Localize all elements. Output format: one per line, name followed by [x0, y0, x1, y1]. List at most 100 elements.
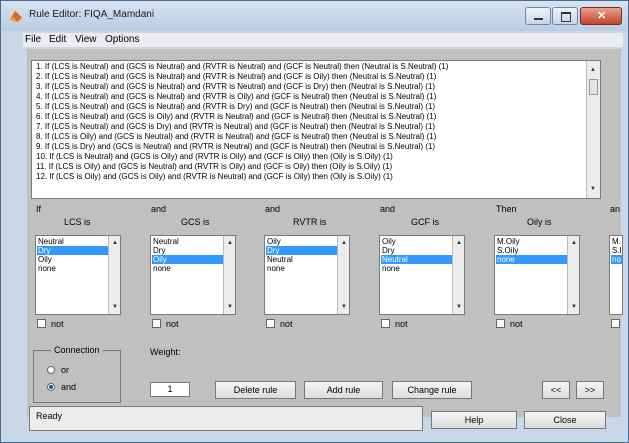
list-item[interactable]: none: [37, 264, 108, 273]
window-title: Rule Editor: FIQA_Mamdani: [29, 9, 155, 20]
scroll-down-icon[interactable]: ▼: [590, 186, 596, 192]
rule-item[interactable]: 7. If (LCS is Neutral) and (GCS is Dry) …: [36, 122, 435, 132]
output-listbox[interactable]: M. S.I no: [609, 235, 623, 315]
menu-view[interactable]: View: [75, 34, 97, 45]
weight-input[interactable]: 1: [150, 382, 190, 397]
list-item[interactable]: Neutral: [266, 255, 337, 264]
scroll-down-icon[interactable]: ▼: [112, 304, 118, 310]
title-bar[interactable]: Rule Editor: FIQA_Mamdani ✕: [1, 1, 628, 31]
close-button[interactable]: Close: [524, 411, 606, 429]
and-radio[interactable]: [47, 383, 55, 391]
output-not-checkbox[interactable]: [611, 319, 620, 328]
help-button[interactable]: Help: [431, 411, 517, 429]
scroll-down-icon[interactable]: ▼: [456, 304, 462, 310]
list-item[interactable]: Neutral: [381, 255, 452, 264]
list-item[interactable]: Dry: [152, 246, 223, 255]
connector-label: and: [151, 204, 167, 214]
list-item[interactable]: no: [611, 255, 622, 264]
rules-list[interactable]: 1. If (LCS is Neutral) and (GCS is Neutr…: [31, 60, 601, 199]
gcs-listbox[interactable]: Neutral Dry Oily none ▲ ▼: [150, 235, 236, 315]
and-label: and: [61, 382, 77, 392]
list-item[interactable]: Neutral: [152, 237, 223, 246]
list-item[interactable]: none: [266, 264, 337, 273]
delete-rule-button[interactable]: Delete rule: [215, 381, 296, 399]
list-item[interactable]: Oily: [37, 255, 108, 264]
list-item[interactable]: none: [496, 255, 567, 264]
gcf-listbox[interactable]: Oily Dry Neutral none ▲ ▼: [379, 235, 465, 315]
gcs-header: GCS is: [181, 217, 210, 227]
lcs-listbox[interactable]: Neutral Dry Oily none ▲ ▼: [35, 235, 121, 315]
gcf-header: GCF is: [411, 217, 439, 227]
rule-item[interactable]: 12. If (LCS is Oily) and (GCS is Oily) a…: [36, 172, 393, 182]
list-item[interactable]: none: [381, 264, 452, 273]
lcs-not-checkbox[interactable]: [37, 319, 46, 328]
close-window-button[interactable]: ✕: [580, 7, 622, 25]
menu-options[interactable]: Options: [105, 34, 139, 45]
prev-rule-button[interactable]: <<: [542, 381, 570, 399]
menu-edit[interactable]: Edit: [49, 34, 66, 45]
list-item[interactable]: S.I: [611, 246, 622, 255]
gcs-not-checkbox[interactable]: [152, 319, 161, 328]
rule-item[interactable]: 1. If (LCS is Neutral) and (GCS is Neutr…: [36, 62, 448, 72]
list-item[interactable]: Dry: [266, 246, 337, 255]
rule-editor-window: Rule Editor: FIQA_Mamdani ✕ File Edit Vi…: [0, 0, 629, 443]
rule-item[interactable]: 11. If (LCS is Oily) and (GCS is Neutral…: [36, 162, 392, 172]
next-rule-button[interactable]: >>: [576, 381, 604, 399]
list-item[interactable]: Oily: [266, 237, 337, 246]
list-item[interactable]: M.Oily: [496, 237, 567, 246]
list-scrollbar[interactable]: ▲ ▼: [452, 236, 464, 314]
list-scrollbar[interactable]: ▲ ▼: [108, 236, 120, 314]
connection-label: Connection: [51, 345, 103, 355]
rvtr-header: RVTR is: [293, 217, 327, 227]
scroll-down-icon[interactable]: ▼: [227, 304, 233, 310]
scroll-down-icon[interactable]: ▼: [341, 304, 347, 310]
list-item[interactable]: S.Oily: [496, 246, 567, 255]
connector-label: Then: [496, 204, 517, 214]
list-item[interactable]: Neutral: [37, 237, 108, 246]
rule-item[interactable]: 9. If (LCS is Dry) and (GCS is Neutral) …: [36, 142, 435, 152]
gcf-not-checkbox[interactable]: [381, 319, 390, 328]
scroll-up-icon[interactable]: ▲: [590, 67, 596, 73]
rule-item[interactable]: 2. If (LCS is Neutral) and (GCS is Neutr…: [36, 72, 436, 82]
rule-item[interactable]: 4. If (LCS is Neutral) and (GCS is Neutr…: [36, 92, 436, 102]
scroll-up-icon[interactable]: ▲: [341, 240, 347, 246]
list-scrollbar[interactable]: ▲ ▼: [567, 236, 579, 314]
or-radio[interactable]: [47, 366, 55, 374]
minimize-button[interactable]: [525, 7, 551, 25]
rvtr-listbox[interactable]: Oily Dry Neutral none ▲ ▼: [264, 235, 350, 315]
list-item[interactable]: Oily: [381, 237, 452, 246]
scroll-up-icon[interactable]: ▲: [456, 240, 462, 246]
not-label: not: [280, 319, 293, 329]
list-scrollbar[interactable]: ▲ ▼: [337, 236, 349, 314]
rule-item[interactable]: 5. If (LCS is Neutral) and (GCS is Neutr…: [36, 102, 435, 112]
menu-file[interactable]: File: [25, 34, 41, 45]
scroll-up-icon[interactable]: ▲: [112, 240, 118, 246]
rule-item[interactable]: 8. If (LCS is Oily) and (GCS is Neutral)…: [36, 132, 436, 142]
menu-bar: File Edit View Options: [23, 33, 623, 47]
rvtr-not-checkbox[interactable]: [266, 319, 275, 328]
oily-not-checkbox[interactable]: [496, 319, 505, 328]
list-item[interactable]: Oily: [152, 255, 223, 264]
list-scrollbar[interactable]: ▲ ▼: [223, 236, 235, 314]
scroll-up-icon[interactable]: ▲: [227, 240, 233, 246]
connector-label: and: [265, 204, 281, 214]
add-rule-button[interactable]: Add rule: [304, 381, 383, 399]
scroll-up-icon[interactable]: ▲: [571, 240, 577, 246]
maximize-button[interactable]: [552, 7, 578, 25]
scroll-down-icon[interactable]: ▼: [571, 304, 577, 310]
status-text: Ready: [36, 411, 63, 421]
rule-item[interactable]: 6. If (LCS is Neutral) and (GCS is Oily)…: [36, 112, 436, 122]
weight-label: Weight:: [150, 347, 181, 357]
list-item[interactable]: Dry: [381, 246, 452, 255]
close-icon: ✕: [597, 10, 607, 22]
rules-scrollbar[interactable]: ▲ ▼: [586, 61, 600, 198]
rule-item[interactable]: 10. If (LCS is Neutral) and (GCS is Oily…: [36, 152, 393, 162]
rule-item[interactable]: 3. If (LCS is Neutral) and (GCS is Neutr…: [36, 82, 435, 92]
oily-listbox[interactable]: M.Oily S.Oily none ▲ ▼: [494, 235, 580, 315]
list-item[interactable]: none: [152, 264, 223, 273]
list-item[interactable]: M.: [611, 237, 622, 246]
lcs-header: LCS is: [64, 217, 91, 227]
change-rule-button[interactable]: Change rule: [392, 381, 472, 399]
scroll-thumb[interactable]: [589, 79, 598, 95]
list-item[interactable]: Dry: [37, 246, 108, 255]
